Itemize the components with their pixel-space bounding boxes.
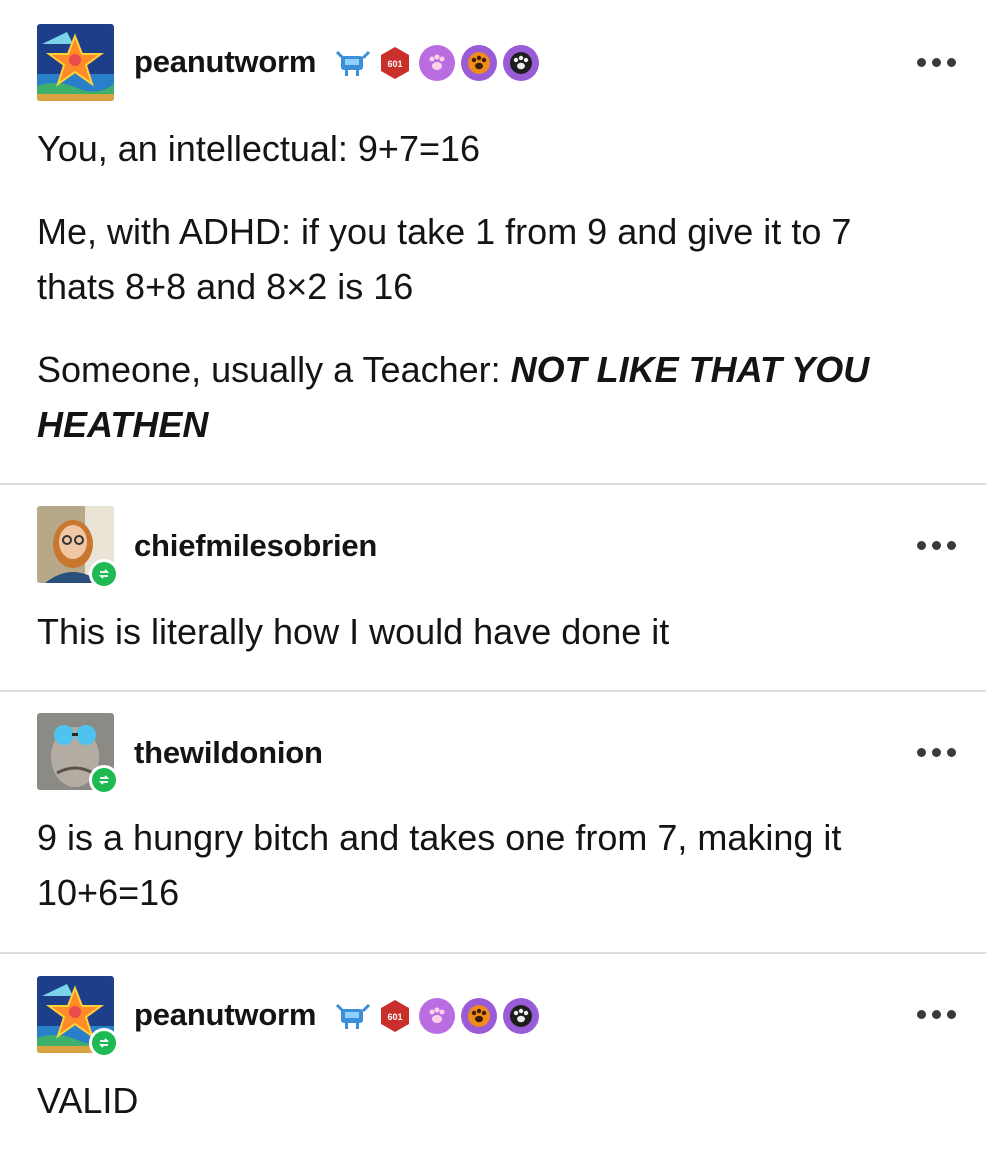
more-options-icon[interactable] bbox=[917, 541, 956, 550]
username[interactable]: peanutworm bbox=[134, 44, 316, 80]
post-paragraph: Me, with ADHD: if you take 1 from 9 and … bbox=[37, 211, 852, 307]
post-paragraph: You, an intellectual: 9+7=16 bbox=[37, 128, 481, 169]
more-options-icon[interactable] bbox=[917, 58, 956, 67]
avatar[interactable] bbox=[37, 24, 114, 101]
orange-paw-badge-icon bbox=[461, 45, 497, 81]
user-badges: 601 bbox=[335, 45, 539, 81]
post-body: You, an intellectual: 9+7=16 Me, with AD… bbox=[37, 121, 937, 452]
reblog-icon bbox=[89, 559, 119, 589]
black-paw-badge-icon bbox=[503, 998, 539, 1034]
user-badges: 601 bbox=[335, 998, 539, 1034]
username[interactable]: thewildonion bbox=[134, 735, 323, 771]
badge-number: 601 bbox=[387, 59, 402, 69]
post-reblog: thewildonion 9 is a hungry bitch and tak… bbox=[0, 692, 986, 952]
post-reblog: chiefmilesobrien This is literally how I… bbox=[0, 485, 986, 690]
hexagon-601-badge-icon: 601 bbox=[377, 998, 413, 1034]
more-options-icon[interactable] bbox=[917, 748, 956, 757]
black-paw-badge-icon bbox=[503, 45, 539, 81]
username[interactable]: chiefmilesobrien bbox=[134, 528, 377, 564]
post-paragraph: 9 is a hungry bitch and takes one from 7… bbox=[37, 817, 842, 913]
crab-badge-icon bbox=[335, 45, 371, 81]
crab-badge-icon bbox=[335, 998, 371, 1034]
username[interactable]: peanutworm bbox=[134, 997, 316, 1033]
pink-paw-badge-icon bbox=[419, 998, 455, 1034]
badge-number: 601 bbox=[387, 1012, 402, 1022]
post-body: This is literally how I would have done … bbox=[37, 604, 937, 659]
orange-paw-badge-icon bbox=[461, 998, 497, 1034]
post-body: 9 is a hungry bitch and takes one from 7… bbox=[37, 810, 917, 920]
post-paragraph: VALID bbox=[37, 1080, 139, 1121]
teacher-prefix: Someone, usually a Teacher: bbox=[37, 349, 511, 390]
reblog-icon bbox=[89, 765, 119, 795]
hexagon-601-badge-icon: 601 bbox=[377, 45, 413, 81]
post-paragraph: Someone, usually a Teacher: NOT LIKE THA… bbox=[37, 342, 917, 452]
post-paragraph: This is literally how I would have done … bbox=[37, 611, 670, 652]
post-reblog: peanutworm 601 VALID bbox=[0, 954, 986, 1174]
post-original: peanutworm 601 You, an intellectual: 9+7… bbox=[0, 0, 986, 484]
more-options-icon[interactable] bbox=[917, 1010, 956, 1019]
post-body: VALID bbox=[37, 1073, 937, 1128]
pink-paw-badge-icon bbox=[419, 45, 455, 81]
reblog-icon bbox=[89, 1028, 119, 1058]
